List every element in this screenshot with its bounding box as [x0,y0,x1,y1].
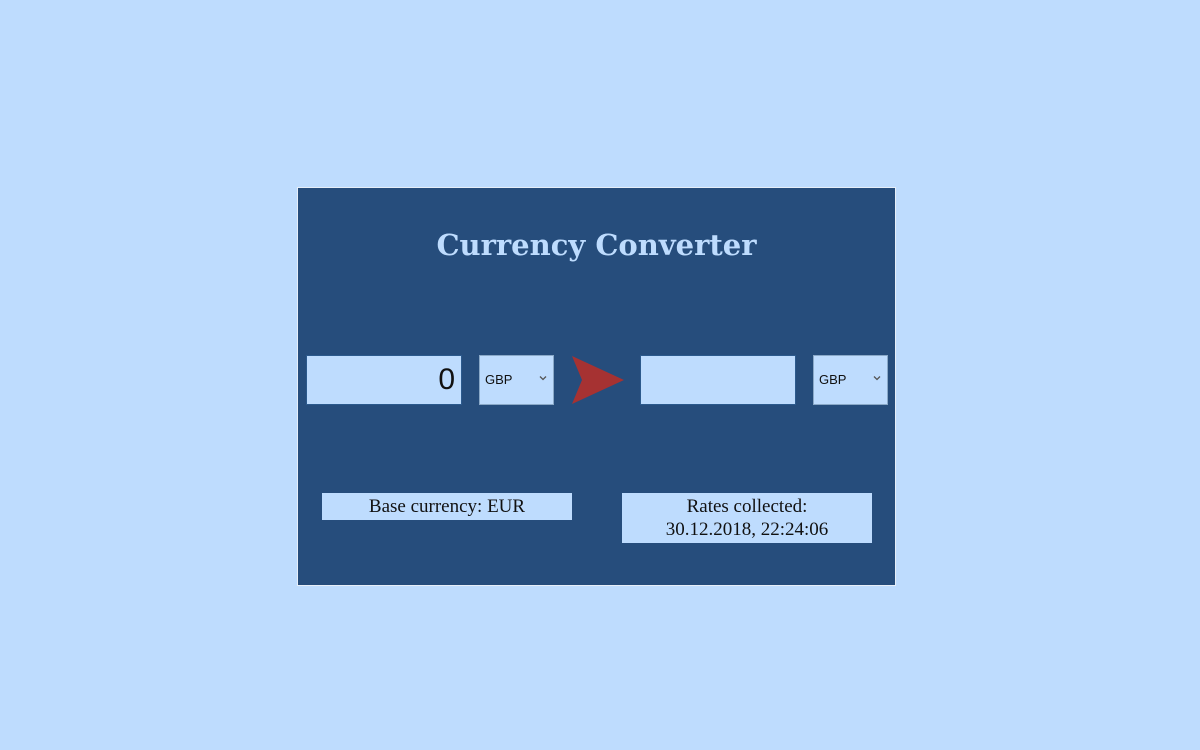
to-currency-select[interactable]: GBP [813,355,888,405]
arrow-right-icon [572,356,624,404]
from-currency-select[interactable]: GBP [479,355,554,405]
to-currency-value: GBP [819,372,847,387]
rates-collected-info: Rates collected: 30.12.2018, 22:24:06 [622,493,872,543]
converter-panel: Currency Converter GBP GBP Base currency… [297,187,896,586]
result-output [640,355,796,405]
amount-input[interactable] [306,355,462,405]
chevron-down-icon [539,376,547,381]
base-currency-info: Base currency: EUR [322,493,572,520]
rates-timestamp: 30.12.2018, 22:24:06 [665,519,829,540]
chevron-down-icon [873,376,881,381]
rates-label: Rates collected: [686,496,808,517]
page-title: Currency Converter [436,228,757,262]
from-currency-value: GBP [485,372,513,387]
